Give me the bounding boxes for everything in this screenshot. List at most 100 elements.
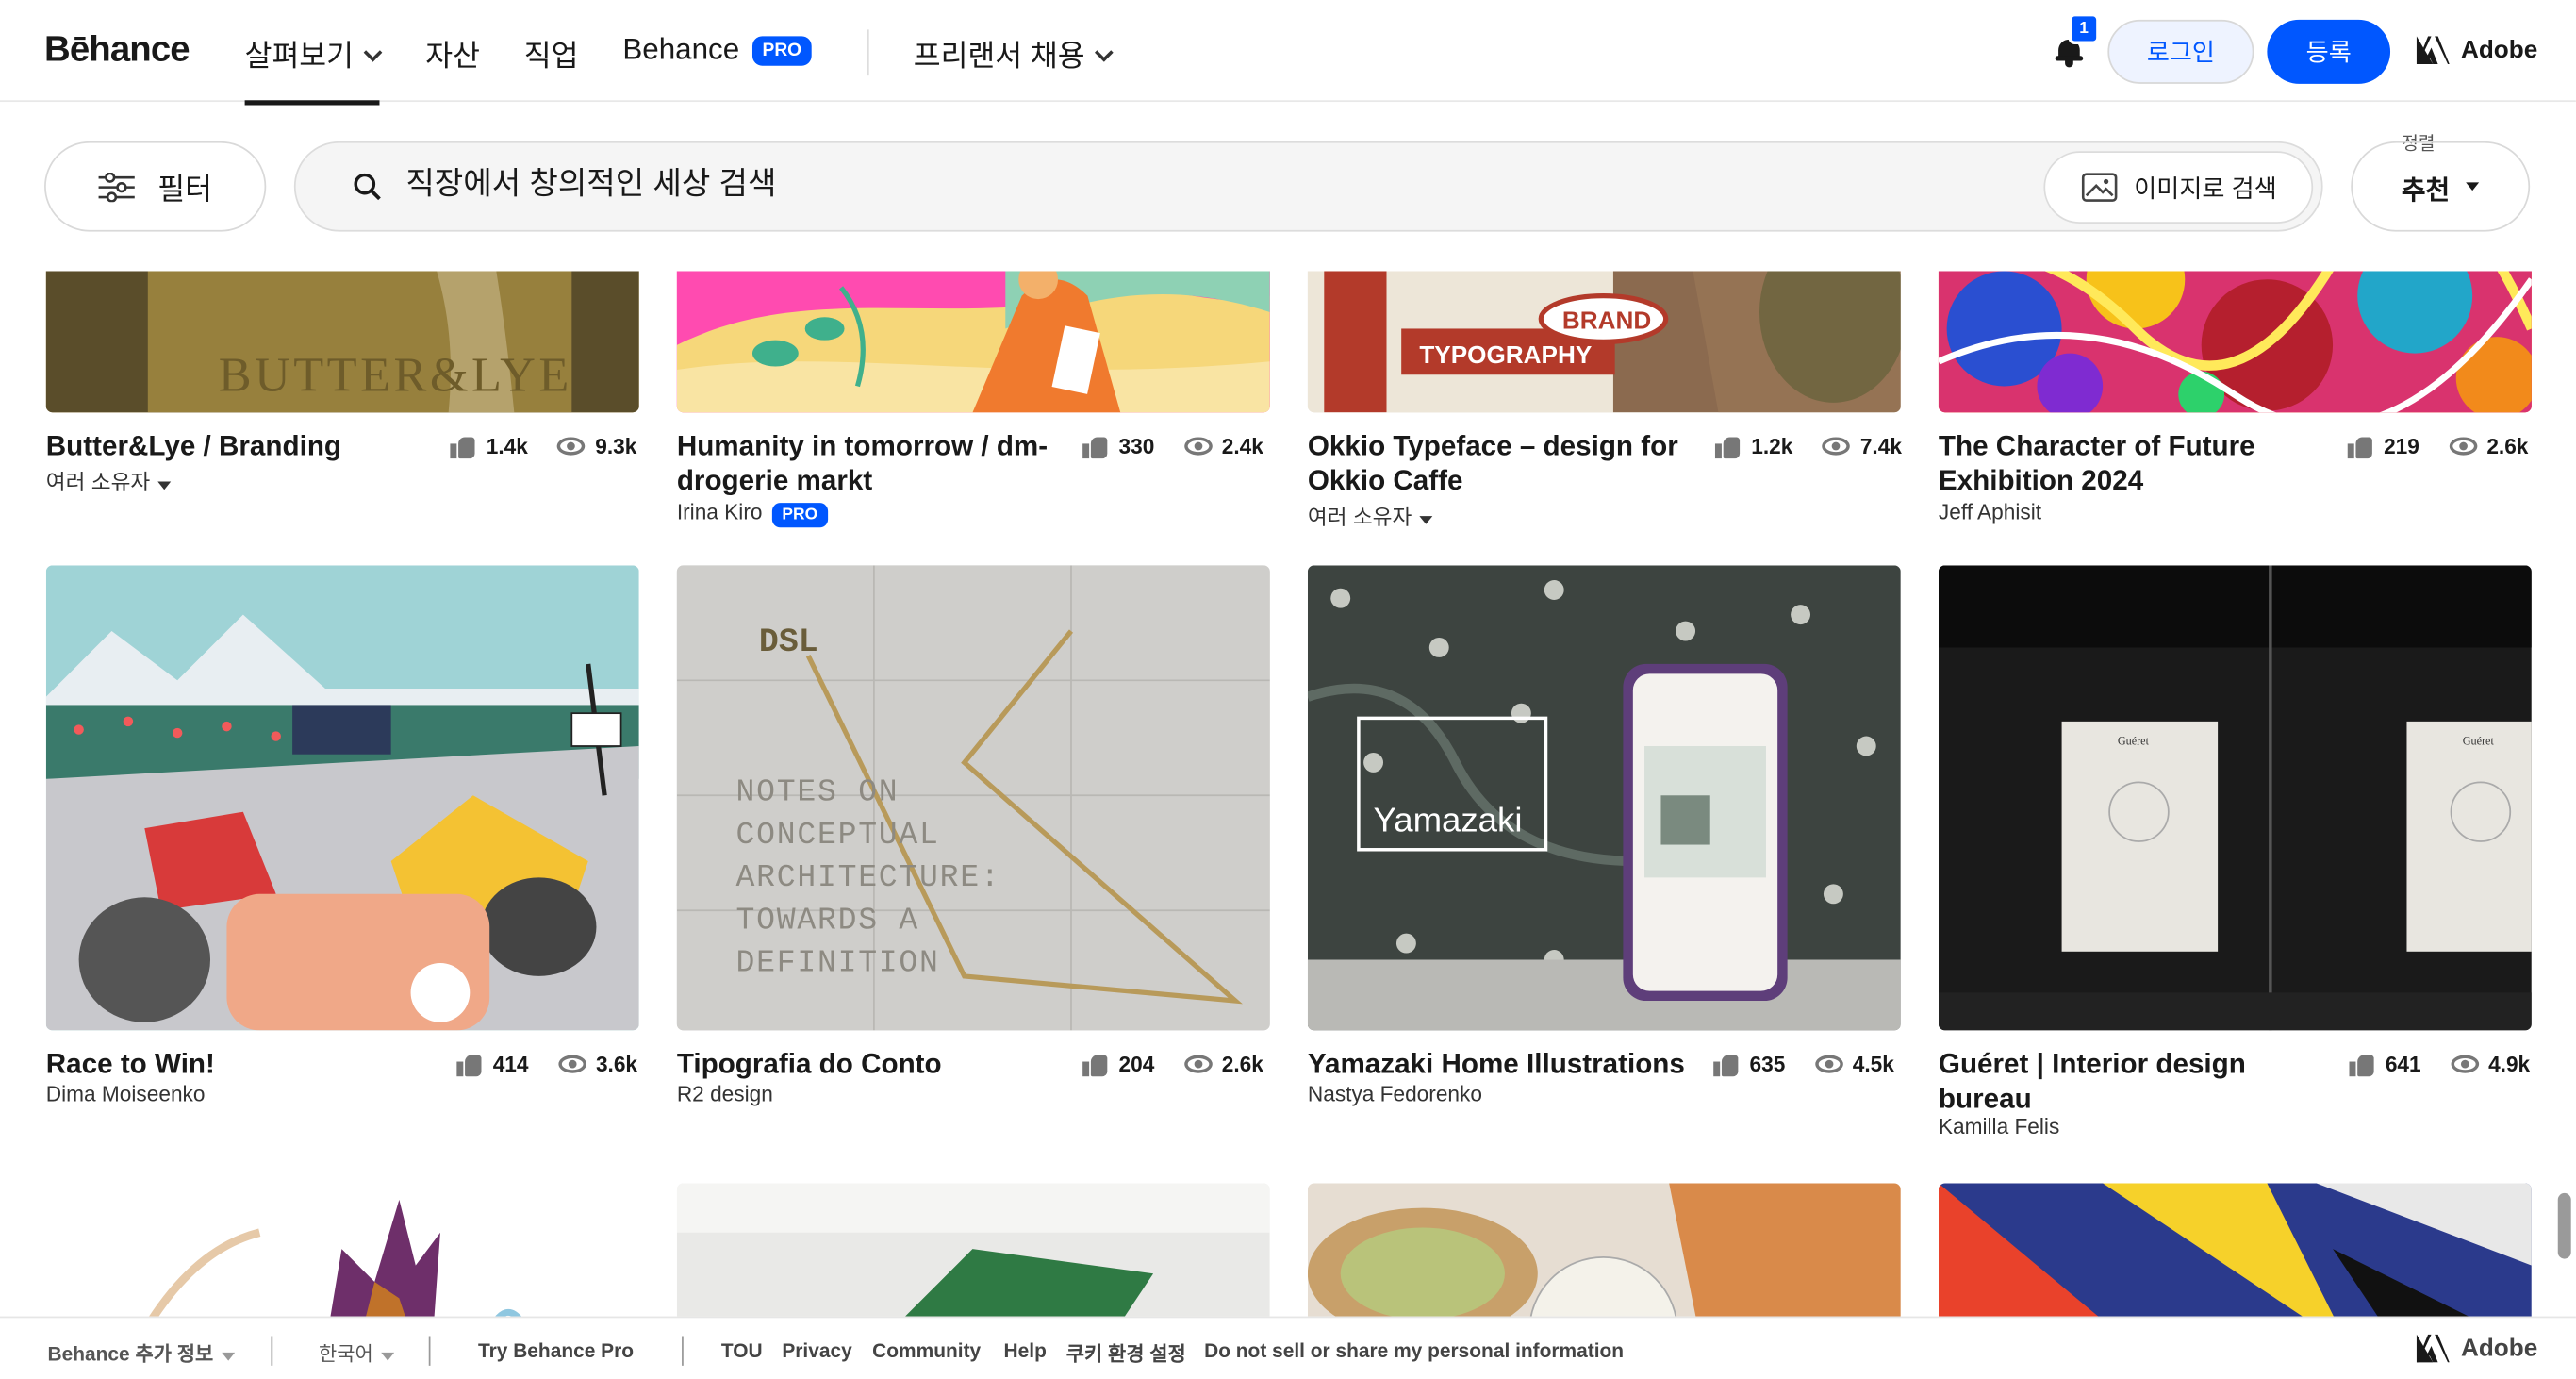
- notes-text: NOTES ON CONCEPTUAL ARCHITECTURE: TOWARD…: [735, 773, 1001, 982]
- eye-icon: [2449, 437, 2477, 456]
- search-field[interactable]: 이미지로 검색: [293, 141, 2323, 232]
- project-title[interactable]: Okkio Typeface – design for Okkio Caffe: [1308, 429, 1702, 498]
- view-count: 4.5k: [1852, 1052, 1894, 1077]
- view-count: 2.6k: [1221, 1052, 1263, 1077]
- filter-button[interactable]: 필터: [44, 141, 267, 232]
- chevron-down-icon: [1095, 42, 1115, 62]
- yamazaki-text: Yamazaki: [1374, 801, 1523, 839]
- project-owner[interactable]: Irina Kiro PRO: [677, 500, 828, 528]
- footer-privacy[interactable]: Privacy: [782, 1339, 851, 1362]
- concrete-wall-illustration: DSLNOTES ON CONCEPTUAL ARCHITECTURE: TOW…: [676, 565, 1270, 1031]
- thumbs-up-icon: [1713, 1053, 1739, 1076]
- image-icon: [2081, 173, 2118, 202]
- project-owner[interactable]: Kamilla Felis: [1939, 1114, 2059, 1138]
- sort-dropdown[interactable]: 추천: [2351, 141, 2531, 232]
- project-thumbnail[interactable]: [45, 565, 639, 1031]
- project-title[interactable]: Tipografia do Conto: [677, 1047, 1071, 1082]
- project-stats: 414 3.6k: [456, 1052, 637, 1076]
- caret-down-icon: [381, 1352, 395, 1361]
- top-nav: Bēhance 살펴보기 자산 직업 Behance PRO 프리랜서 채용 1 …: [0, 0, 2576, 106]
- footer-cookie-settings[interactable]: 쿠키 환경 설정: [1066, 1339, 1186, 1368]
- view-count: 3.6k: [595, 1052, 638, 1077]
- image-search-button[interactable]: 이미지로 검색: [2043, 151, 2314, 224]
- project-title[interactable]: Yamazaki Home Illustrations: [1308, 1047, 1702, 1082]
- project-owner[interactable]: R2 design: [677, 1081, 773, 1105]
- adobe-label: Adobe: [2460, 1334, 2538, 1363]
- like-count: 1.2k: [1751, 433, 1793, 459]
- view-count: 9.3k: [595, 433, 637, 459]
- search-input[interactable]: [405, 167, 1885, 205]
- footer-try-pro[interactable]: Try Behance Pro: [478, 1339, 634, 1362]
- nav-hire-freelancer[interactable]: 프리랜서 채용: [914, 33, 1115, 75]
- gueret-illustration: Guéret Guéret: [1938, 565, 2532, 1031]
- eye-icon: [557, 1055, 586, 1073]
- behance-logo[interactable]: Bēhance: [44, 28, 190, 71]
- brand-text: BRAND: [1562, 306, 1651, 334]
- caret-down-icon: [221, 1352, 235, 1361]
- caret-down-icon: [2466, 182, 2480, 191]
- project-title[interactable]: Race to Win!: [46, 1047, 440, 1082]
- view-count: 7.4k: [1859, 433, 1902, 459]
- thumbs-up-icon: [2347, 435, 2372, 458]
- like-count: 635: [1749, 1052, 1786, 1077]
- project-title[interactable]: Butter&Lye / Branding: [46, 429, 440, 464]
- footer-do-not-sell[interactable]: Do not sell or share my personal informa…: [1204, 1339, 1624, 1362]
- project-title[interactable]: Guéret | Interior design bureau: [1939, 1047, 2333, 1116]
- project-thumbnail[interactable]: Guéret Guéret: [1938, 565, 2532, 1031]
- view-count: 4.9k: [2488, 1052, 2531, 1077]
- eye-icon: [2450, 1055, 2479, 1073]
- thumbs-up-icon: [450, 435, 475, 458]
- nav-explore-label: 살펴보기: [244, 39, 355, 73]
- login-button[interactable]: 로그인: [2107, 19, 2254, 84]
- project-owner[interactable]: 여러 소유자: [46, 465, 172, 496]
- behance-page: Bēhance 살펴보기 자산 직업 Behance PRO 프리랜서 채용 1 …: [0, 0, 2576, 1379]
- owner-name: 여러 소유자: [1307, 504, 1412, 530]
- sliders-icon: [98, 172, 135, 202]
- like-count: 330: [1118, 433, 1155, 459]
- nav-explore[interactable]: 살펴보기: [244, 33, 383, 106]
- eye-icon: [557, 437, 586, 456]
- view-count: 2.4k: [1221, 433, 1263, 459]
- eye-icon: [1183, 437, 1213, 456]
- footer-help[interactable]: Help: [1004, 1339, 1047, 1362]
- footer: Behance 추가 정보 한국어 Try Behance Pro TOU Pr…: [0, 1316, 2576, 1379]
- footer-community[interactable]: Community: [872, 1339, 981, 1362]
- filter-label: 필터: [157, 172, 212, 205]
- footer-adobe-link[interactable]: Adobe: [2416, 1334, 2538, 1363]
- like-count: 1.4k: [486, 433, 528, 459]
- nav-behance-pro[interactable]: Behance PRO: [622, 33, 812, 69]
- footer-more-info[interactable]: Behance 추가 정보: [48, 1339, 235, 1368]
- project-owner[interactable]: Jeff Aphisit: [1939, 500, 2041, 524]
- eye-icon: [1822, 437, 1851, 456]
- project-owner[interactable]: 여러 소유자: [1307, 500, 1434, 531]
- caret-down-icon: [157, 481, 172, 490]
- like-count: 414: [492, 1052, 529, 1077]
- project-title[interactable]: Humanity in tomorrow / dm-drogerie markt: [677, 429, 1071, 498]
- footer-divider: [428, 1336, 431, 1366]
- project-owner[interactable]: Dima Moiseenko: [46, 1081, 206, 1105]
- project-thumbnail[interactable]: Yamazaki: [1307, 565, 1901, 1031]
- signup-button[interactable]: 등록: [2267, 19, 2391, 84]
- like-count: 204: [1118, 1052, 1155, 1077]
- footer-divider: [271, 1336, 273, 1366]
- image-search-label: 이미지로 검색: [2134, 174, 2277, 204]
- project-stats: 330 2.4k: [1082, 434, 1263, 458]
- footer-tou[interactable]: TOU: [721, 1339, 763, 1362]
- project-title[interactable]: The Character of Future Exhibition 2024: [1939, 429, 2333, 498]
- nav-divider: [867, 29, 869, 76]
- thumbs-up-icon: [456, 1053, 482, 1076]
- adobe-logo-icon: [2416, 1334, 2450, 1363]
- project-thumbnail[interactable]: DSL NOTES ON CONCEPTUAL ARCHITECTURE: TOW…: [676, 565, 1270, 1031]
- thumbs-up-icon: [1082, 435, 1108, 458]
- nav-assets[interactable]: 자산: [425, 33, 480, 75]
- footer-more-label: Behance 추가 정보: [47, 1342, 214, 1366]
- pro-badge: PRO: [752, 36, 812, 66]
- project-owner[interactable]: Nastya Fedorenko: [1308, 1081, 1482, 1105]
- owner-name: 여러 소유자: [45, 470, 151, 495]
- scrollbar-thumb[interactable]: [2557, 1192, 2571, 1259]
- nav-jobs[interactable]: 직업: [524, 33, 579, 75]
- footer-language[interactable]: 한국어: [319, 1339, 395, 1368]
- notification-count-badge: 1: [2068, 12, 2100, 45]
- adobe-link[interactable]: Adobe: [2416, 36, 2537, 64]
- project-stats: 1.4k 9.3k: [450, 434, 636, 458]
